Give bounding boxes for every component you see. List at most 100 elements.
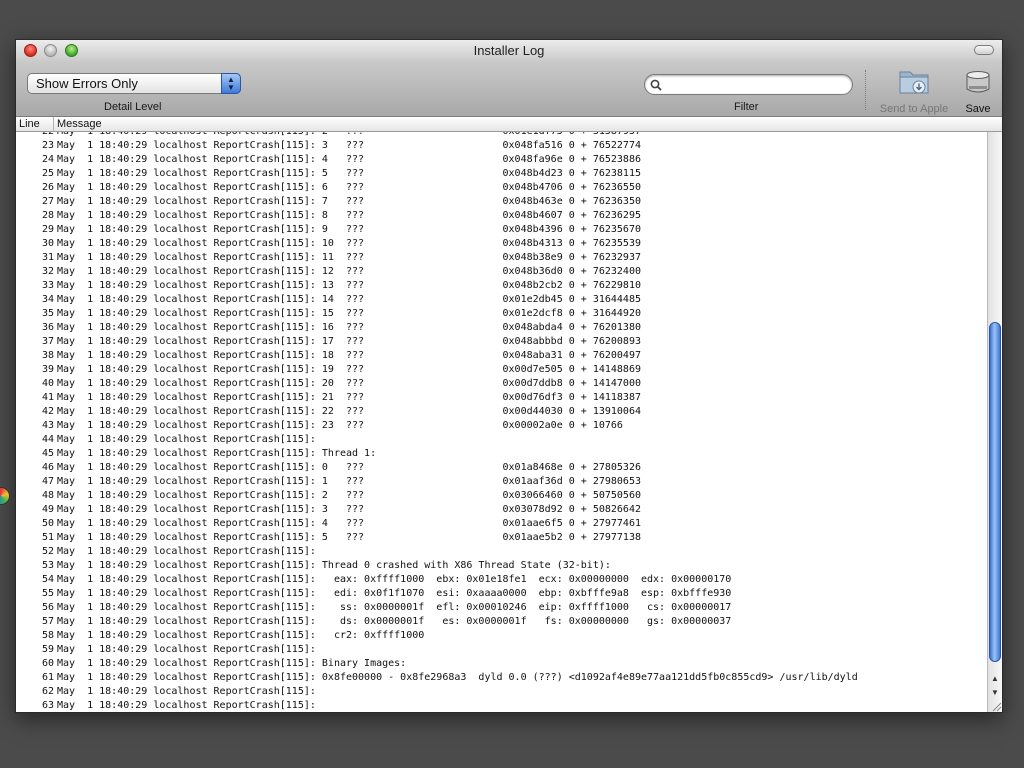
log-row[interactable]: 54 May 1 18:40:29 localhost ReportCrash[1… [16, 573, 987, 587]
log-row[interactable]: 34 May 1 18:40:29 localhost ReportCrash[1… [16, 293, 987, 307]
log-message: May 1 18:40:29 localhost ReportCrash[115… [57, 350, 641, 361]
message-column-header[interactable]: Message [57, 118, 102, 130]
log-message: May 1 18:40:29 localhost ReportCrash[115… [57, 420, 623, 431]
log-row[interactable]: 48 May 1 18:40:29 localhost ReportCrash[1… [16, 489, 987, 503]
log-message: May 1 18:40:29 localhost ReportCrash[115… [57, 154, 641, 165]
log-row[interactable]: 45 May 1 18:40:29 localhost ReportCrash[1… [16, 447, 987, 461]
log-row[interactable]: 55 May 1 18:40:29 localhost ReportCrash[1… [16, 587, 987, 601]
vertical-scrollbar[interactable]: ▲ ▼ [987, 132, 1002, 712]
log-line-number: 50 [41, 518, 54, 529]
resize-grip-icon[interactable] [990, 700, 1002, 712]
column-divider[interactable] [53, 117, 54, 131]
log-message: May 1 18:40:29 localhost ReportCrash[115… [57, 224, 641, 235]
log-line-number: 33 [41, 280, 54, 291]
save-button[interactable]: Save [958, 66, 998, 115]
log-row[interactable]: 29 May 1 18:40:29 localhost ReportCrash[1… [16, 223, 987, 237]
log-row[interactable]: 62 May 1 18:40:29 localhost ReportCrash[1… [16, 685, 987, 699]
log-line-number: 34 [41, 294, 54, 305]
log-line-number: 23 [41, 140, 54, 151]
log-message: May 1 18:40:29 localhost ReportCrash[115… [57, 182, 641, 193]
log-row[interactable]: 26 May 1 18:40:29 localhost ReportCrash[1… [16, 181, 987, 195]
log-row[interactable]: 42 May 1 18:40:29 localhost ReportCrash[1… [16, 405, 987, 419]
log-row[interactable]: 38 May 1 18:40:29 localhost ReportCrash[1… [16, 349, 987, 363]
log-row[interactable]: 37 May 1 18:40:29 localhost ReportCrash[1… [16, 335, 987, 349]
log-message: May 1 18:40:29 localhost ReportCrash[115… [57, 518, 641, 529]
log-row[interactable]: 57 May 1 18:40:29 localhost ReportCrash[1… [16, 615, 987, 629]
log-message: May 1 18:40:29 localhost ReportCrash[115… [57, 294, 641, 305]
title-bar[interactable]: Installer Log [16, 40, 1002, 62]
log-row[interactable]: 47 May 1 18:40:29 localhost ReportCrash[1… [16, 475, 987, 489]
send-to-apple-label: Send to Apple [879, 103, 949, 115]
log-message: May 1 18:40:29 localhost ReportCrash[115… [57, 364, 641, 375]
filter-search-field[interactable] [644, 74, 853, 95]
log-row[interactable]: 58 May 1 18:40:29 localhost ReportCrash[1… [16, 629, 987, 643]
line-column-header[interactable]: Line [19, 118, 40, 130]
log-line-number: 35 [41, 308, 54, 319]
log-line-number: 54 [41, 574, 54, 585]
log-row[interactable]: 31 May 1 18:40:29 localhost ReportCrash[1… [16, 251, 987, 265]
log-row[interactable]: 32 May 1 18:40:29 localhost ReportCrash[1… [16, 265, 987, 279]
log-row[interactable]: 33 May 1 18:40:29 localhost ReportCrash[1… [16, 279, 987, 293]
filter-input[interactable] [665, 77, 849, 94]
log-message: May 1 18:40:29 localhost ReportCrash[115… [57, 532, 641, 543]
detail-level-value: Show Errors Only [36, 76, 138, 91]
log-row[interactable]: 35 May 1 18:40:29 localhost ReportCrash[1… [16, 307, 987, 321]
log-row[interactable]: 60 May 1 18:40:29 localhost ReportCrash[1… [16, 657, 987, 671]
log-row[interactable]: 53 May 1 18:40:29 localhost ReportCrash[1… [16, 559, 987, 573]
log-message: May 1 18:40:29 localhost ReportCrash[115… [57, 448, 377, 459]
log-row[interactable]: 51 May 1 18:40:29 localhost ReportCrash[1… [16, 531, 987, 545]
toolbar-toggle-button[interactable] [974, 45, 994, 55]
window-title: Installer Log [473, 43, 545, 58]
log-row[interactable]: 22May 1 18:40:29 localhost ReportCrash[1… [16, 132, 987, 139]
log-line-number: 24 [41, 154, 54, 165]
log-row[interactable]: 49 May 1 18:40:29 localhost ReportCrash[1… [16, 503, 987, 517]
log-row[interactable]: 52 May 1 18:40:29 localhost ReportCrash[1… [16, 545, 987, 559]
log-row[interactable]: 41 May 1 18:40:29 localhost ReportCrash[1… [16, 391, 987, 405]
log-line-number: 62 [41, 686, 54, 697]
log-row[interactable]: 59 May 1 18:40:29 localhost ReportCrash[1… [16, 643, 987, 657]
log-row[interactable]: 43 May 1 18:40:29 localhost ReportCrash[1… [16, 419, 987, 433]
log-row[interactable]: 39 May 1 18:40:29 localhost ReportCrash[1… [16, 363, 987, 377]
log-message: May 1 18:40:29 localhost ReportCrash[115… [57, 406, 641, 417]
log-line-number: 44 [41, 434, 54, 445]
log-row[interactable]: 28 May 1 18:40:29 localhost ReportCrash[1… [16, 209, 987, 223]
log-row[interactable]: 27 May 1 18:40:29 localhost ReportCrash[1… [16, 195, 987, 209]
save-label: Save [965, 103, 991, 115]
log-row[interactable]: 46 May 1 18:40:29 localhost ReportCrash[1… [16, 461, 987, 475]
log-line-number: 27 [41, 196, 54, 207]
log-message: May 1 18:40:29 localhost ReportCrash[115… [57, 700, 316, 711]
scroll-down-arrow-icon[interactable]: ▼ [988, 686, 1002, 700]
log-row[interactable]: 30 May 1 18:40:29 localhost ReportCrash[1… [16, 237, 987, 251]
log-message: May 1 18:40:29 localhost ReportCrash[115… [57, 644, 316, 655]
log-row[interactable]: 61 May 1 18:40:29 localhost ReportCrash[1… [16, 671, 987, 685]
log-row[interactable]: 63 May 1 18:40:29 localhost ReportCrash[1… [16, 699, 987, 712]
send-to-apple-button[interactable]: Send to Apple [874, 66, 954, 115]
filter-caption: Filter [734, 101, 759, 113]
log-line-number: 39 [41, 364, 54, 375]
log-view[interactable]: 22 May 1 18:40:29 localhost ReportCrash[1… [16, 132, 987, 712]
log-row[interactable]: 36 May 1 18:40:29 localhost ReportCrash[1… [16, 321, 987, 335]
detail-level-popup[interactable]: Show Errors Only ▲ ▼ [27, 73, 241, 94]
log-message: May 1 18:40:29 localhost ReportCrash[115… [57, 560, 611, 571]
log-message: May 1 18:40:29 localhost ReportCrash[115… [57, 392, 641, 403]
log-line-number: 40 [41, 378, 54, 389]
log-row[interactable]: 24 May 1 18:40:29 localhost ReportCrash[1… [16, 153, 987, 167]
log-message: May 1 18:40:29 localhost ReportCrash[115… [57, 132, 641, 139]
log-row[interactable]: 56 May 1 18:40:29 localhost ReportCrash[1… [16, 601, 987, 615]
toolbar: Show Errors Only ▲ ▼ Detail Level Filter … [16, 62, 1002, 117]
log-row[interactable]: 23 May 1 18:40:29 localhost ReportCrash[1… [16, 139, 987, 153]
column-header: Line Message [16, 117, 1002, 132]
log-row[interactable]: 40 May 1 18:40:29 localhost ReportCrash[1… [16, 377, 987, 391]
log-row[interactable]: 50 May 1 18:40:29 localhost ReportCrash[1… [16, 517, 987, 531]
log-line-number: 58 [41, 630, 54, 641]
scroll-up-arrow-icon[interactable]: ▲ [988, 672, 1002, 686]
scroll-thumb[interactable] [989, 322, 1001, 662]
log-message: May 1 18:40:29 localhost ReportCrash[115… [57, 308, 641, 319]
log-row[interactable]: 44 May 1 18:40:29 localhost ReportCrash[1… [16, 433, 987, 447]
log-line-number: 61 [41, 672, 54, 683]
log-message: May 1 18:40:29 localhost ReportCrash[115… [57, 672, 858, 683]
search-icon [650, 79, 662, 91]
log-message: May 1 18:40:29 localhost ReportCrash[115… [57, 280, 641, 291]
log-row[interactable]: 25 May 1 18:40:29 localhost ReportCrash[1… [16, 167, 987, 181]
log-line-number: 32 [41, 266, 54, 277]
